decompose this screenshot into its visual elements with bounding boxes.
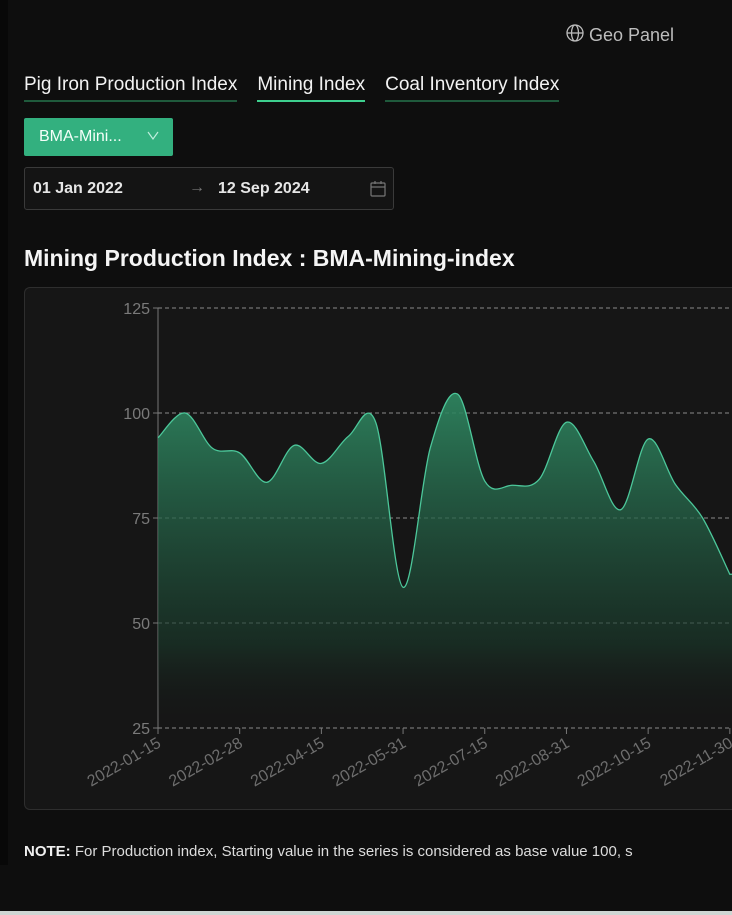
- x-tick-label: 2022-05-31: [330, 735, 409, 791]
- note-text: For Production index, Starting value in …: [70, 843, 633, 860]
- x-tick-label: 2022-02-28: [166, 735, 245, 791]
- area-fill: [158, 393, 732, 728]
- chart-title: Mining Production Index : BMA-Mining-ind…: [24, 245, 515, 271]
- y-tick-label: 50: [132, 616, 150, 633]
- y-tick-label: 25: [132, 721, 150, 738]
- calendar-icon[interactable]: [370, 180, 386, 202]
- date-range-picker[interactable]: 01 Jan 2022 → 12 Sep 2024: [24, 167, 394, 210]
- geo-panel-button[interactable]: Geo Panel: [566, 24, 674, 47]
- y-tick-label: 100: [123, 406, 150, 423]
- tab-coal-inventory[interactable]: Coal Inventory Index: [385, 74, 560, 102]
- start-date[interactable]: 01 Jan 2022: [33, 180, 123, 198]
- chart-panel: 25 50 75 100 125 2022-01-15 2022-02-28 2022-04-…: [24, 287, 732, 810]
- x-tick-label: 2022-07-15: [411, 735, 490, 791]
- bottom-border: [0, 911, 732, 915]
- x-tick-label: 2022-11-30: [657, 735, 732, 790]
- index-select[interactable]: BMA-Mini...: [24, 118, 173, 156]
- end-date[interactable]: 12 Sep 2024: [218, 180, 310, 198]
- note-label: NOTE:: [24, 843, 71, 860]
- x-tick-label: 2022-08-31: [493, 735, 572, 791]
- arrow-right-icon: →: [189, 179, 205, 196]
- y-tick-label: 75: [132, 511, 150, 528]
- footnote: NOTE: For Production index, Starting val…: [24, 843, 732, 860]
- globe-icon: [566, 24, 584, 47]
- x-tick-label: 2022-01-15: [85, 735, 164, 791]
- tab-mining[interactable]: Mining Index: [257, 74, 366, 102]
- x-tick-label: 2022-04-15: [248, 735, 327, 791]
- geo-panel-label: Geo Panel: [589, 25, 675, 45]
- index-select-value: BMA-Mini...: [39, 128, 122, 145]
- mining-index-chart: 25 50 75 100 125 2022-01-15 2022-02-28 2022-04-…: [85, 301, 732, 791]
- y-tick-label: 125: [123, 301, 150, 318]
- x-tick-label: 2022-10-15: [575, 735, 654, 791]
- tab-pig-iron[interactable]: Pig Iron Production Index: [24, 74, 238, 102]
- index-tabs: Pig Iron Production Index Mining Index C…: [24, 74, 560, 102]
- left-edge: [0, 0, 8, 865]
- chevron-down-icon: [147, 128, 159, 147]
